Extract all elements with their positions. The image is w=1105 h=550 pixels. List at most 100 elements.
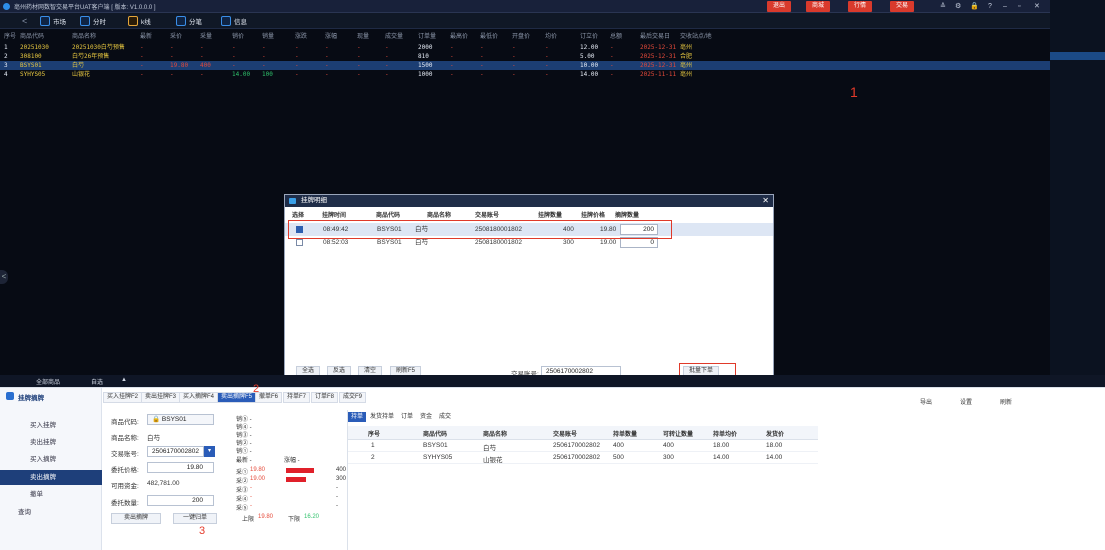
nav-buy-take[interactable]: 买入摘牌 xyxy=(0,452,102,467)
close-icon[interactable]: ✕ xyxy=(1034,1,1040,12)
annotation-1: 1 xyxy=(850,84,858,100)
market-row[interactable]: 3 BSYS01 白芍 - 19.80 400 - - - - - - 1500 - - - - 10.00 - 20… xyxy=(0,61,1050,70)
timeshare-label: 分时 xyxy=(93,19,106,26)
exit-button[interactable]: 退出 xyxy=(767,1,792,12)
col-header[interactable]: 最高价 xyxy=(450,31,468,41)
nav-query[interactable]: 查询 xyxy=(0,505,102,520)
col-header[interactable]: 销价 xyxy=(232,31,244,41)
col-header[interactable]: 订立价 xyxy=(580,31,598,41)
row-checkbox[interactable] xyxy=(296,239,303,246)
col-header[interactable]: 商品代码 xyxy=(20,31,44,41)
market-tool[interactable]: 市场 xyxy=(40,15,66,27)
col-header[interactable]: 序号 xyxy=(4,31,16,41)
cell-low: - xyxy=(480,71,484,78)
cell-high: - xyxy=(450,44,454,51)
buy-level-label: 采③ xyxy=(236,488,249,494)
col-header[interactable]: 总额 xyxy=(610,31,622,41)
holdings-tab-3[interactable]: 资金 xyxy=(417,412,435,422)
trade-button[interactable]: 交易 xyxy=(890,1,915,12)
cell-qty: 500 xyxy=(613,454,624,461)
price-input[interactable]: 19.80 xyxy=(147,462,214,473)
col-header[interactable]: 订单量 xyxy=(418,31,436,41)
cell-last: 2025-12-31 xyxy=(640,62,677,69)
col-header[interactable]: 最新 xyxy=(140,31,152,41)
dialog-col-header: 挂牌价格 xyxy=(581,213,606,219)
quotes-button[interactable]: 行情 xyxy=(848,1,873,12)
minimize-icon[interactable]: – xyxy=(1003,1,1007,12)
cell-chg: - xyxy=(295,44,299,51)
tab-6[interactable]: 订单F8 xyxy=(311,392,339,403)
sell-take-button[interactable]: 卖出摘牌 xyxy=(111,513,161,524)
mall-button[interactable]: 商城 xyxy=(806,1,831,12)
nav-buy-listing[interactable]: 买入挂牌 xyxy=(0,418,102,433)
app-logo-icon xyxy=(3,3,10,10)
holdings-row[interactable]: 1 BSYS01 白芍 2506170002802 400 400 18.00 18.00 xyxy=(348,440,818,452)
market-row[interactable]: 4 SYHYS05 山银花 - - - 14.00 100 - - - - 1000 - - - - 14.00 -… xyxy=(0,70,1050,79)
cell-avg: 18.00 xyxy=(713,442,730,449)
refresh-panel-button[interactable]: 刷新 xyxy=(1000,397,1012,406)
nav-sell-listing[interactable]: 卖出挂牌 xyxy=(0,435,102,450)
help-icon[interactable]: ? xyxy=(988,1,992,12)
funds-label: 可用资金: xyxy=(111,483,139,490)
cell-sellq: - xyxy=(262,44,266,51)
qty-input[interactable]: 200 xyxy=(147,495,214,506)
col-header[interactable]: 开盘价 xyxy=(512,31,530,41)
kline-tool[interactable]: k线 xyxy=(128,15,151,27)
account-select[interactable]: 2506170002802 xyxy=(147,446,204,457)
col-header[interactable]: 最低价 xyxy=(480,31,498,41)
holdings-tab-0[interactable]: 持单 xyxy=(348,412,367,422)
all-goods-tab[interactable]: 全部商品 xyxy=(36,377,60,386)
col-header[interactable]: 涨跌 xyxy=(295,31,307,41)
col-header[interactable]: 商品名称 xyxy=(72,31,96,41)
nav-sell-take[interactable]: 卖出摘牌 xyxy=(0,470,102,485)
expand-up-icon[interactable]: ▲ xyxy=(121,377,127,383)
maximize-icon[interactable]: ▫ xyxy=(1018,1,1020,12)
buy-level-price: 19.00 xyxy=(250,476,266,482)
col-header[interactable]: 涨幅 xyxy=(325,31,337,41)
cell-last: 2025-12-31 xyxy=(640,44,677,51)
upper-limit-label: 上限 xyxy=(242,517,255,523)
one-click-button[interactable]: 一键归单 xyxy=(173,513,217,524)
ticks-tool[interactable]: 分笔 xyxy=(176,15,202,27)
holdings-tab-2[interactable]: 订单 xyxy=(398,412,416,422)
col-header[interactable]: 最后交易日 xyxy=(640,31,670,41)
settings-button[interactable]: 设置 xyxy=(960,397,972,406)
tab-3[interactable]: 卖出摘牌F5 xyxy=(217,392,257,403)
favorites-tab[interactable]: 自选 xyxy=(91,377,103,386)
col-header[interactable]: 销量 xyxy=(262,31,274,41)
ticks-label: 分笔 xyxy=(189,19,202,26)
col-header[interactable]: 成交量 xyxy=(385,31,403,41)
timeshare-tool[interactable]: 分时 xyxy=(80,15,106,27)
col-header[interactable]: 采量 xyxy=(200,31,212,41)
tab-2[interactable]: 买入摘牌F4 xyxy=(179,392,219,403)
col-header[interactable]: 采价 xyxy=(170,31,182,41)
tab-7[interactable]: 成交F9 xyxy=(339,392,367,403)
lock-icon[interactable]: 🔒 xyxy=(970,1,979,12)
chevron-down-icon[interactable]: ▾ xyxy=(204,446,215,457)
holdings-tab-1[interactable]: 发货持单 xyxy=(367,412,397,422)
eject-icon[interactable]: ≙ xyxy=(940,1,946,12)
tab-0[interactable]: 买入挂牌F2 xyxy=(103,392,143,403)
holdings-tab-4[interactable]: 成交 xyxy=(436,412,454,422)
gear-icon[interactable]: ⚙ xyxy=(955,1,961,12)
col-header[interactable]: 现量 xyxy=(357,31,369,41)
cell-sell: 14.00 xyxy=(232,71,251,78)
tab-1[interactable]: 卖出挂牌F3 xyxy=(141,392,181,403)
back-icon[interactable]: < xyxy=(22,15,27,27)
info-tool[interactable]: 信息 xyxy=(221,15,247,27)
trading-panel: 挂牌摘牌 买入挂牌 卖出挂牌 买入摘牌 卖出摘牌 撤单 查询 买入挂牌F2 卖出挂… xyxy=(0,383,1105,550)
upper-limit-value: 19.80 xyxy=(258,514,274,520)
price-label: 委托价格: xyxy=(111,467,139,474)
dialog-close-icon[interactable]: ✕ xyxy=(762,195,769,207)
market-row[interactable]: 1 20251030 20251030白芍预售 - - - - - - - - - 2000 - - - - 12… xyxy=(0,43,1050,52)
col-header[interactable]: 交收站点/地 xyxy=(680,31,712,41)
nav-cancel[interactable]: 撤单 xyxy=(0,487,102,502)
code-field[interactable]: 🔒 BSYS01 xyxy=(147,414,214,425)
quote-book: 销⑤ - 销④ - 销③ - 销② - 销① - 最新 - 涨幅 - 采① 19.80 400 采②… xyxy=(236,414,346,550)
holdings-row[interactable]: 2 SYHYS05 山银花 2506170002802 500 300 14.00 14.00 xyxy=(348,452,818,464)
market-row[interactable]: 2 308100 白芍26年预售 - - - - - - - - - 810 - - - - 5.00 - 2025-… xyxy=(0,52,1050,61)
export-button[interactable]: 导出 xyxy=(920,397,932,406)
col-header[interactable]: 均价 xyxy=(545,31,557,41)
tab-5[interactable]: 持单F7 xyxy=(283,392,311,403)
cell-no: 2 xyxy=(371,454,375,461)
